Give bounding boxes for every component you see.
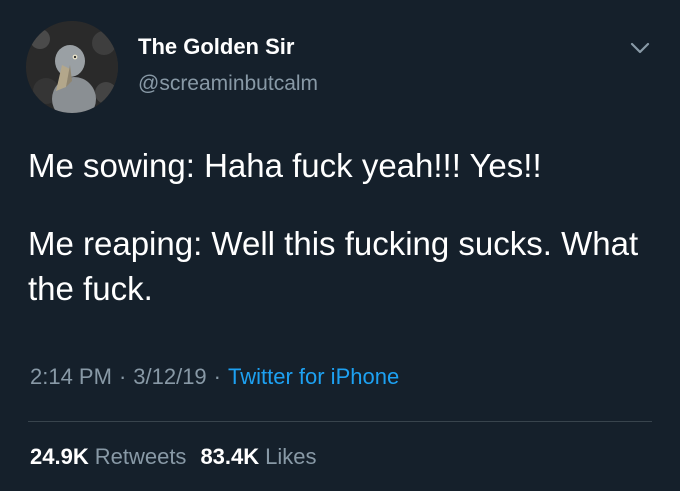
username-handle[interactable]: @screaminbutcalm <box>138 72 318 96</box>
separator: · <box>213 364 221 389</box>
shoebill-bird-icon <box>26 21 118 113</box>
tweet-stats: 24.9K Retweets 83.4K Likes <box>30 444 331 470</box>
tweet-card: The Golden Sir @screaminbutcalm Me sowin… <box>0 0 680 491</box>
retweets-stat[interactable]: 24.9K Retweets <box>30 444 186 470</box>
separator: · <box>118 364 127 389</box>
likes-stat[interactable]: 83.4K Likes <box>200 444 316 470</box>
tweet-meta: 2:14 PM · 3/12/19 · Twitter for iPhone <box>30 364 399 390</box>
divider <box>28 421 652 422</box>
tweet-source-link[interactable]: Twitter for iPhone <box>228 364 399 389</box>
tweet-text-line: Me reaping: Well this fucking sucks. Wha… <box>28 225 639 307</box>
likes-count: 83.4K <box>200 444 260 469</box>
tweet-text-line: Me sowing: Haha fuck yeah!!! Yes!! <box>28 147 542 184</box>
chevron-down-icon[interactable] <box>626 36 654 60</box>
display-name[interactable]: The Golden Sir <box>138 34 294 60</box>
retweets-label: Retweets <box>94 444 187 469</box>
likes-label: Likes <box>265 444 317 469</box>
retweets-count: 24.9K <box>30 444 89 469</box>
tweet-date[interactable]: 3/12/19 <box>133 364 206 389</box>
tweet-time[interactable]: 2:14 PM <box>30 364 112 389</box>
avatar[interactable] <box>26 21 118 113</box>
